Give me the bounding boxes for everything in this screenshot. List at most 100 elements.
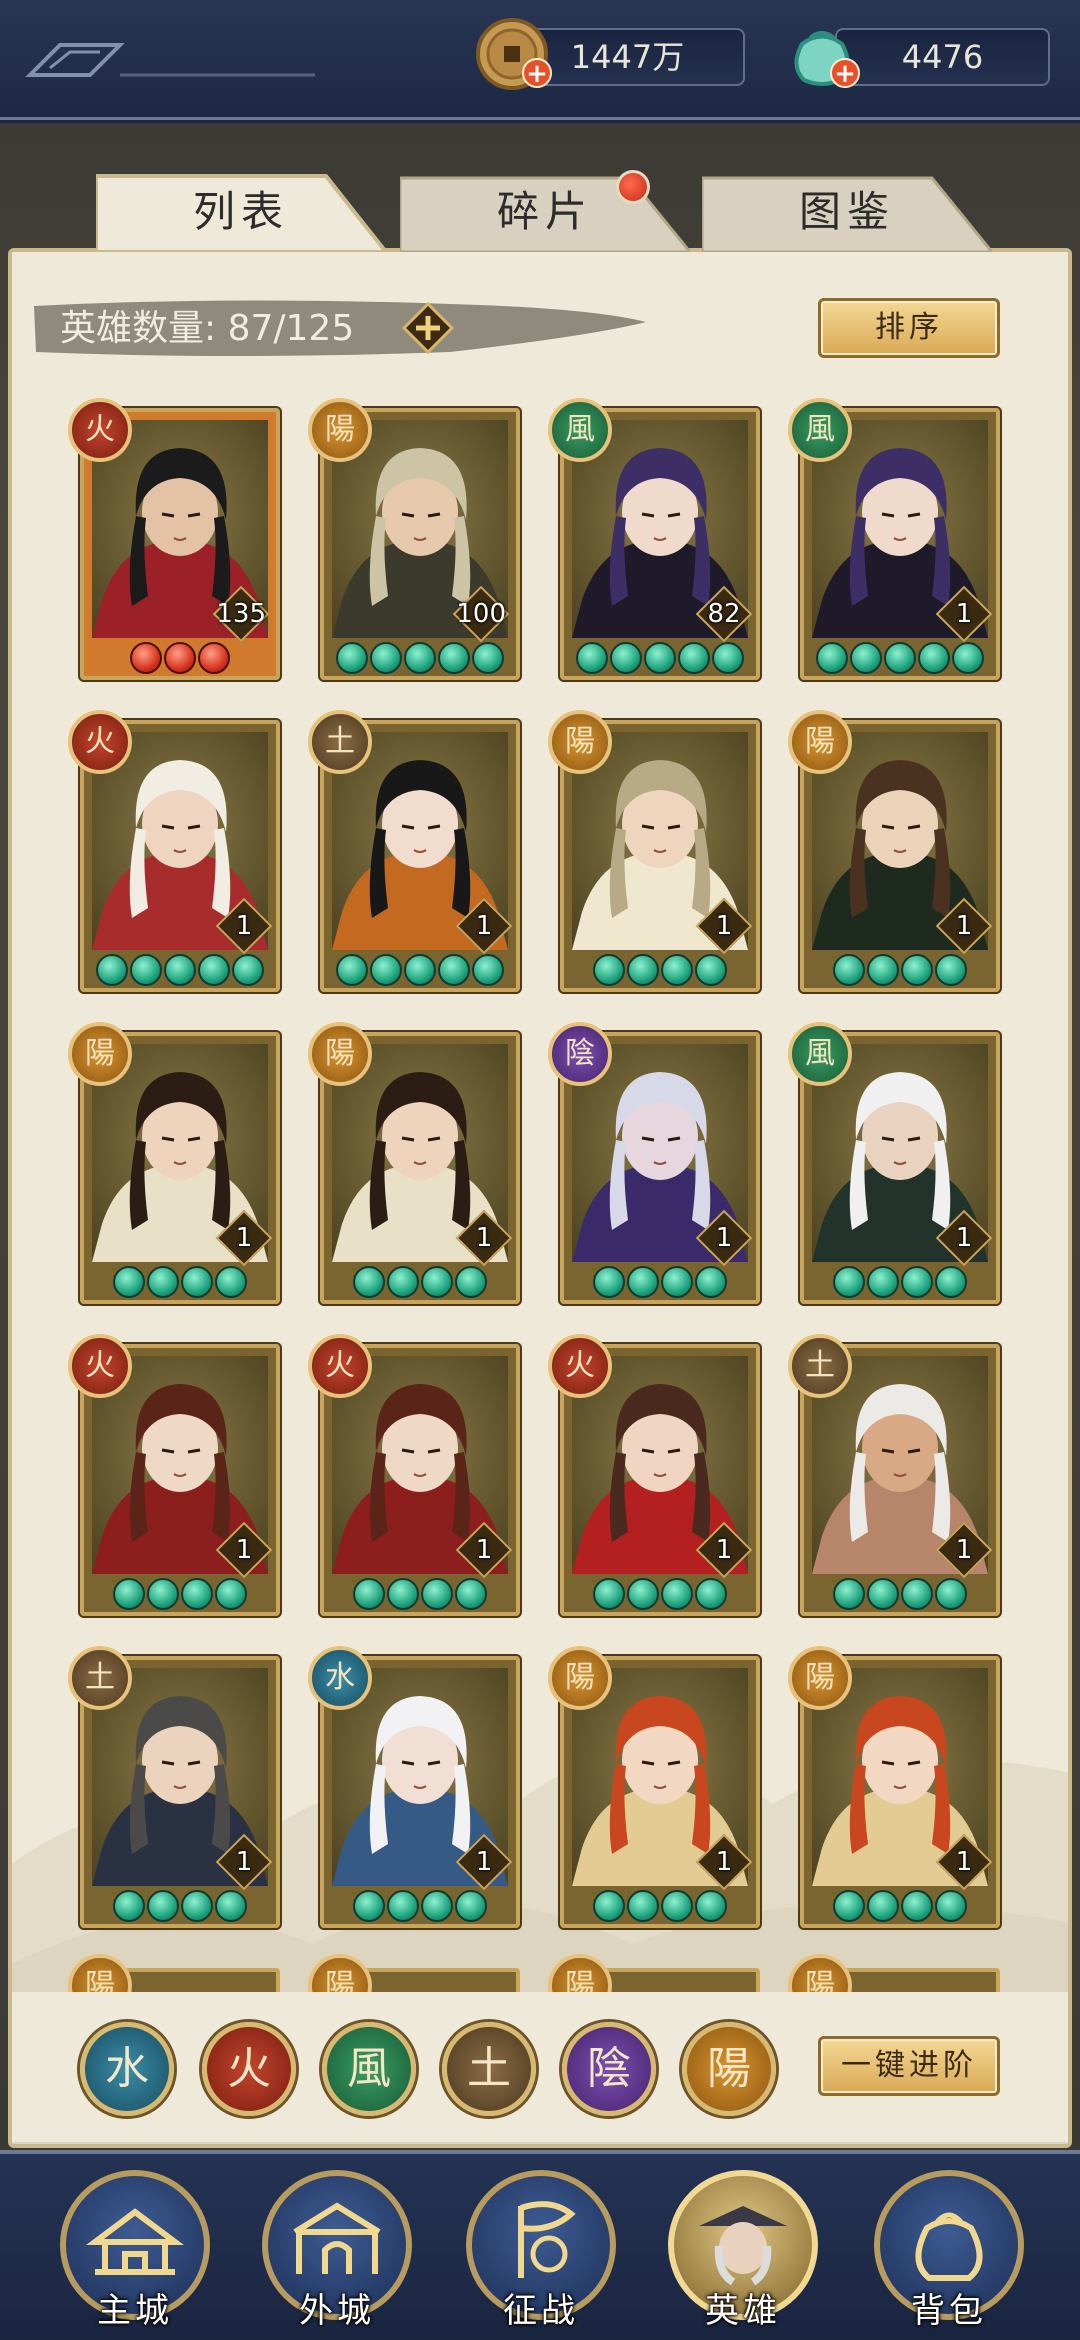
star-bar	[808, 1890, 992, 1924]
star-gem-icon	[901, 954, 933, 986]
element-filter-wind[interactable]: 風	[322, 2022, 416, 2116]
element-badge: 風	[788, 1022, 852, 1086]
hero-card[interactable]: 82 風	[548, 398, 760, 680]
star-gem-icon	[935, 1890, 967, 1922]
hero-card[interactable]: 100 陽	[308, 398, 520, 680]
gold-add-button[interactable]: +	[522, 58, 552, 88]
hero-card[interactable]: 1 土	[788, 1334, 1000, 1616]
star-gem-icon	[198, 642, 230, 674]
hero-card[interactable]: 1 火	[308, 1334, 520, 1616]
star-bar	[808, 1266, 992, 1300]
star-bar	[808, 954, 992, 988]
hero-level-value: 100	[456, 599, 506, 629]
hero-card[interactable]: 1 火	[68, 1334, 280, 1616]
star-gem-icon	[593, 1578, 625, 1610]
hero-card[interactable]: 1 陽	[68, 1022, 280, 1304]
star-gem-icon	[644, 642, 676, 674]
star-bar	[568, 1578, 752, 1612]
star-gem-icon	[833, 1266, 865, 1298]
star-gem-icon	[712, 642, 744, 674]
battle-banner-icon	[518, 2201, 576, 2278]
star-gem-icon	[833, 1578, 865, 1610]
star-gem-icon	[404, 954, 436, 986]
hero-level: 1	[215, 1521, 273, 1579]
element-badge: 陽	[548, 1646, 612, 1710]
element-badge: 水	[308, 1646, 372, 1710]
hero-level-value: 1	[235, 911, 253, 941]
star-gem-icon	[901, 1890, 933, 1922]
star-gem-icon	[113, 1890, 145, 1922]
hero-portrait-icon	[699, 2206, 787, 2286]
hero-level-value: 1	[955, 1535, 973, 1565]
element-filter-yin[interactable]: 陰	[562, 2022, 656, 2116]
tab-list[interactable]: 列表	[96, 172, 386, 252]
nav-item-battle-banner[interactable]: 征战	[466, 2170, 616, 2340]
hero-card[interactable]: 1 陽	[548, 1646, 760, 1928]
star-gem-icon	[455, 1890, 487, 1922]
star-bar	[88, 642, 272, 676]
hero-card[interactable]: 1 陽	[548, 710, 760, 992]
hero-level-value: 1	[715, 1223, 733, 1253]
hero-card[interactable]: 1 陽	[308, 1022, 520, 1304]
star-gem-icon	[472, 642, 504, 674]
star-gem-icon	[833, 1890, 865, 1922]
sort-button[interactable]: 排序	[818, 298, 1000, 358]
element-filter-water[interactable]: 水	[80, 2022, 174, 2116]
star-bar	[568, 642, 752, 676]
jade-add-button[interactable]: +	[830, 58, 860, 88]
nav-item-palace[interactable]: 主城	[60, 2170, 210, 2340]
one-key-advance-button[interactable]: 一键进阶	[818, 2036, 1000, 2096]
star-gem-icon	[387, 1266, 419, 1298]
star-bar	[568, 1890, 752, 1924]
hero-card[interactable]: 1 土	[68, 1646, 280, 1928]
star-gem-icon	[387, 1578, 419, 1610]
nav-label: 主城	[97, 2291, 173, 2331]
element-filter-earth[interactable]: 土	[442, 2022, 536, 2116]
star-gem-icon	[353, 1890, 385, 1922]
tab-atlas[interactable]: 图鉴	[702, 172, 992, 252]
hero-level: 1	[215, 1833, 273, 1891]
hero-card[interactable]: 1 火	[548, 1334, 760, 1616]
hero-level-value: 1	[235, 1535, 253, 1565]
star-gem-icon	[113, 1578, 145, 1610]
hero-card[interactable]: 1 風	[788, 398, 1000, 680]
nav-item-bag[interactable]: 背包	[874, 2170, 1024, 2340]
element-filter-yang[interactable]: 陽	[682, 2022, 776, 2116]
hero-card[interactable]: 1 陽	[788, 710, 1000, 992]
hero-level: 82	[695, 585, 753, 643]
element-badge: 火	[308, 1334, 372, 1398]
star-bar	[568, 954, 752, 988]
hero-level: 1	[215, 897, 273, 955]
star-gem-icon	[816, 642, 848, 674]
star-gem-icon	[353, 1578, 385, 1610]
hero-level-value: 82	[707, 599, 741, 629]
hero-level: 1	[455, 1209, 513, 1267]
hero-card[interactable]: 1 陽	[788, 1646, 1000, 1928]
hero-card[interactable]: 1 水	[308, 1646, 520, 1928]
star-gem-icon	[678, 642, 710, 674]
nav-item-city-gate[interactable]: 外城	[262, 2170, 412, 2340]
star-gem-icon	[661, 1890, 693, 1922]
star-gem-icon	[935, 954, 967, 986]
bag-icon	[915, 2212, 983, 2281]
hero-level: 1	[935, 1833, 993, 1891]
hero-card[interactable]: 1 陰	[548, 1022, 760, 1304]
hero-card[interactable]: 135 火	[68, 398, 280, 680]
hero-card[interactable]: 1 土	[308, 710, 520, 992]
star-gem-icon	[952, 642, 984, 674]
star-bar	[568, 1266, 752, 1300]
add-hero-slot-button[interactable]	[402, 302, 454, 354]
hero-level-value: 1	[475, 1223, 493, 1253]
star-gem-icon	[130, 954, 162, 986]
hero-card[interactable]: 1 風	[788, 1022, 1000, 1304]
hero-card[interactable]: 1 火	[68, 710, 280, 992]
star-gem-icon	[576, 642, 608, 674]
nav-label: 外城	[299, 2291, 375, 2331]
element-badge: 陽	[308, 1022, 372, 1086]
star-gem-icon	[850, 642, 882, 674]
hero-level-value: 1	[235, 1223, 253, 1253]
star-gem-icon	[867, 954, 899, 986]
element-filter-fire[interactable]: 火	[202, 2022, 296, 2116]
star-gem-icon	[455, 1578, 487, 1610]
nav-item-hero-portrait[interactable]: 英雄	[668, 2170, 818, 2340]
